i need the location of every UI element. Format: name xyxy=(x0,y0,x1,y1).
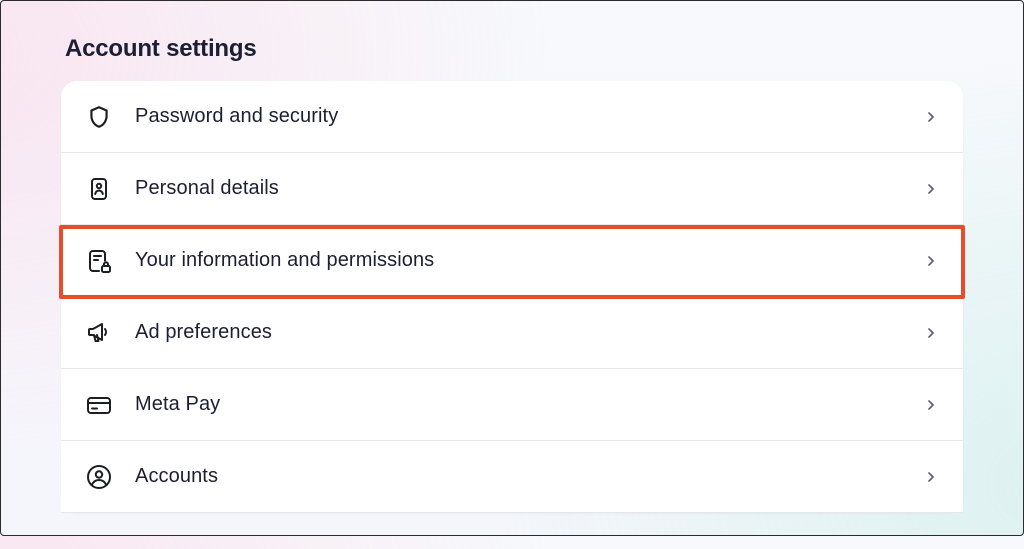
chevron-right-icon xyxy=(923,397,939,413)
shield-icon xyxy=(85,103,113,131)
settings-list: Password and security Personal details xyxy=(61,81,963,513)
row-accounts[interactable]: Accounts xyxy=(61,441,963,513)
user-circle-icon xyxy=(85,463,113,491)
row-label: Your information and permissions xyxy=(135,249,923,272)
megaphone-icon xyxy=(85,319,113,347)
chevron-right-icon xyxy=(923,325,939,341)
row-label: Meta Pay xyxy=(135,393,923,416)
id-card-icon xyxy=(85,175,113,203)
page-title: Account settings xyxy=(65,35,963,63)
doc-lock-icon xyxy=(85,247,113,275)
row-personal-details[interactable]: Personal details xyxy=(61,153,963,225)
chevron-right-icon xyxy=(923,109,939,125)
row-label: Ad preferences xyxy=(135,321,923,344)
row-ad-preferences[interactable]: Ad preferences xyxy=(61,297,963,369)
row-password-security[interactable]: Password and security xyxy=(61,81,963,153)
chevron-right-icon xyxy=(923,469,939,485)
row-label: Personal details xyxy=(135,177,923,200)
card-icon xyxy=(85,391,113,419)
chevron-right-icon xyxy=(923,253,939,269)
row-meta-pay[interactable]: Meta Pay xyxy=(61,369,963,441)
chevron-right-icon xyxy=(923,181,939,197)
row-label: Password and security xyxy=(135,105,923,128)
row-information-permissions[interactable]: Your information and permissions xyxy=(61,225,963,297)
row-label: Accounts xyxy=(135,465,923,488)
